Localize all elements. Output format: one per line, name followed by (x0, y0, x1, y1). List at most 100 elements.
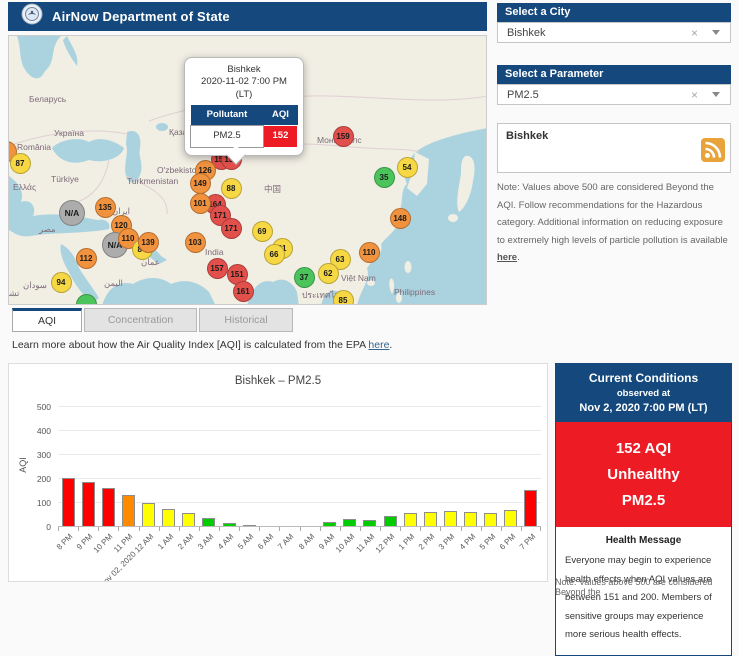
cc-health-title: Health Message (565, 535, 722, 546)
aqi-marker[interactable]: 101 (190, 193, 211, 214)
aqi-marker[interactable]: 66 (264, 244, 285, 265)
chart-bar (444, 511, 457, 526)
chart-ytick-label: 0 (21, 522, 51, 532)
aqi-marker[interactable]: 88 (221, 178, 242, 199)
parameter-select-value: PM2.5 (507, 89, 691, 101)
chart-xtick (501, 527, 502, 531)
chart-xtick (400, 527, 401, 531)
chart-bar (504, 510, 517, 526)
city-caret-icon[interactable] (712, 30, 720, 35)
map-country-label: India (205, 247, 223, 257)
chart-xtick (300, 527, 301, 531)
chart-bar (343, 519, 356, 526)
chart-bar (182, 513, 195, 526)
aqi-marker[interactable]: N/A (59, 200, 85, 226)
popup-col-aqi: AQI (263, 105, 297, 126)
aqi-marker[interactable]: 149 (190, 173, 211, 194)
chart-xtick (540, 527, 541, 531)
aqi-marker[interactable]: 139 (138, 232, 159, 253)
city-clear-icon[interactable]: × (691, 26, 698, 40)
aqi-marker[interactable]: 85 (333, 290, 354, 306)
chart-ytick-label: 200 (21, 474, 51, 484)
chart-gridline (58, 406, 541, 407)
current-conditions-panel: Current Conditions observed at Nov 2, 20… (555, 363, 732, 656)
map-country-label: Türkiye (51, 174, 79, 184)
popup-aqi-value: 152 (263, 126, 297, 147)
chart-bar (484, 513, 497, 526)
cc-datetime: Nov 2, 2020 7:00 PM (LT) (560, 402, 727, 414)
feed-box: Bishkek (497, 123, 731, 173)
cc-note: Note: Values above 500 are considered Be… (555, 577, 732, 597)
chart-xtick (340, 527, 341, 531)
chart-gridline (58, 454, 541, 455)
map-country-label: Україна (54, 128, 84, 138)
chart-title: Bishkek – PM2.5 (9, 375, 547, 387)
popup-table: Pollutant AQI PM2.5 152 (190, 105, 298, 148)
chart-bar (62, 478, 75, 526)
epa-link[interactable]: here (368, 339, 389, 351)
chart-gridline (58, 430, 541, 431)
aqi-marker[interactable]: 135 (95, 197, 116, 218)
learn-more-text: Learn more about how the Air Quality Ind… (12, 339, 392, 351)
aqi-marker[interactable]: 69 (252, 221, 273, 242)
map-country-label: Беларусь (29, 94, 66, 104)
chart-bar (464, 512, 477, 526)
chart-xtick (139, 527, 140, 531)
popup-timezone: (LT) (190, 89, 298, 101)
aqi-marker[interactable]: 103 (185, 232, 206, 253)
aqi-marker[interactable]: 112 (76, 248, 97, 269)
chart-bar (122, 495, 135, 526)
map-country-label: Ελλάς (13, 182, 36, 192)
map-country-label: Philippines (394, 287, 435, 297)
chart-ytick-label: 500 (21, 402, 51, 412)
chart-bar (384, 516, 397, 526)
chart-xtick (481, 527, 482, 531)
aqi-marker[interactable]: 148 (390, 208, 411, 229)
chart-bar (82, 482, 95, 526)
aqi-marker[interactable]: 94 (51, 272, 72, 293)
chart-bar (404, 513, 417, 526)
tab-concentration[interactable]: Concentration (84, 308, 197, 332)
chart-gridline (58, 478, 541, 479)
chart-xtick (78, 527, 79, 531)
map-country-label: اليمن (104, 278, 123, 289)
aqi-marker[interactable]: 171 (221, 218, 242, 239)
aqi-marker[interactable]: 35 (374, 167, 395, 188)
aqi-marker[interactable]: 110 (359, 242, 380, 263)
parameter-caret-icon[interactable] (712, 92, 720, 97)
chart-bar (323, 522, 336, 526)
chart-bar (162, 509, 175, 526)
chart-xtick (461, 527, 462, 531)
aqi-marker[interactable]: 157 (207, 258, 228, 279)
aqi-marker[interactable]: 37 (294, 267, 315, 288)
chart-ytick-label: 300 (21, 450, 51, 460)
aqi-marker[interactable]: 87 (10, 153, 31, 174)
popup-pollutant-value: PM2.5 (191, 126, 264, 147)
aqi-marker[interactable]: 54 (397, 157, 418, 178)
sidebar-note-link[interactable]: here (497, 252, 517, 263)
parameter-clear-icon[interactable]: × (691, 88, 698, 102)
chart-xtick (98, 527, 99, 531)
parameter-select[interactable]: PM2.5 × (497, 84, 731, 105)
chart-bar (142, 503, 155, 526)
chart-bar (202, 518, 215, 526)
cc-title: Current Conditions (560, 371, 727, 385)
city-select-value: Bishkek (507, 27, 691, 39)
chart-xtick (159, 527, 160, 531)
chart-xtick (360, 527, 361, 531)
cc-aqi-value: 152 AQI (556, 436, 731, 462)
aqi-marker[interactable]: 159 (333, 126, 354, 147)
aqi-marker[interactable]: 161 (233, 281, 254, 302)
city-select[interactable]: Bishkek × (497, 22, 731, 43)
learn-more-prefix: Learn more about how the Air Quality Ind… (12, 339, 368, 351)
chart-xtick (199, 527, 200, 531)
tab-aqi[interactable]: AQI (12, 308, 82, 332)
map-country-label: سودان (23, 280, 47, 291)
cc-aqi-category: Unhealthy (556, 462, 731, 488)
chart-plot: 8 PM9 PM10 PM11 PMNov 02, 2020 12 AM1 AM… (58, 406, 541, 527)
aqi-marker[interactable]: 62 (318, 263, 339, 284)
chart-xtick (440, 527, 441, 531)
tab-historical[interactable]: Historical (199, 308, 293, 332)
rss-icon[interactable] (701, 138, 725, 167)
map[interactable]: БеларусьУкраїнаRomâniaΕλλάςTürkiyeمصرسود… (8, 35, 487, 305)
